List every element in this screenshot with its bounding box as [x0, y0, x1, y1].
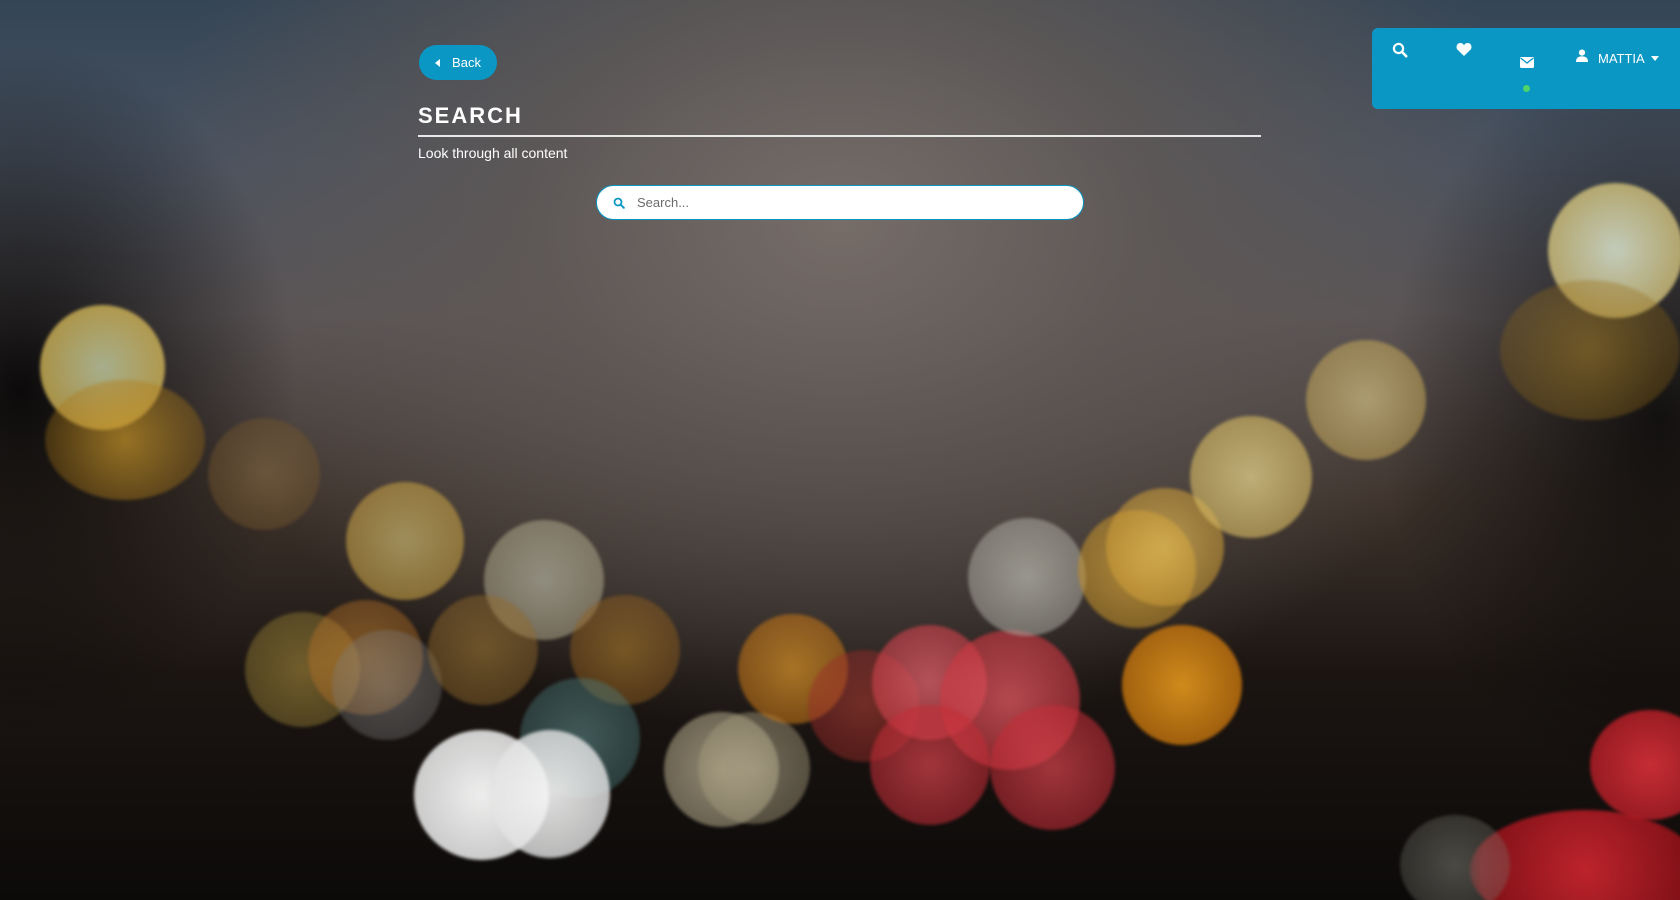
envelope-icon	[1520, 55, 1534, 73]
bokeh-light	[332, 630, 442, 740]
bokeh-light	[1306, 340, 1426, 460]
caret-left-icon	[435, 58, 441, 67]
notification-dot	[1523, 85, 1530, 92]
back-button[interactable]: Back	[419, 45, 497, 80]
background-vignette-right	[1380, 40, 1680, 800]
bokeh-light	[990, 705, 1115, 830]
heart-icon	[1456, 42, 1472, 62]
bokeh-light	[698, 712, 810, 824]
bokeh-light	[490, 730, 610, 858]
bokeh-light	[870, 705, 990, 825]
chevron-down-icon	[1650, 55, 1659, 61]
search-input[interactable]	[635, 194, 1059, 211]
top-navigation-bar: MATTIA	[1372, 28, 1680, 109]
bokeh-light	[45, 380, 205, 500]
title-divider	[418, 135, 1261, 137]
user-name-label: MATTIA	[1598, 50, 1645, 66]
bokeh-light	[346, 482, 464, 600]
bokeh-light	[428, 595, 538, 705]
nav-favorites-button[interactable]	[1454, 42, 1474, 62]
search-icon	[611, 195, 627, 211]
bokeh-light	[1190, 416, 1312, 538]
search-field[interactable]	[596, 185, 1084, 220]
bokeh-light	[1400, 815, 1510, 900]
bokeh-light	[1500, 280, 1680, 420]
nav-messages-button[interactable]	[1517, 56, 1537, 72]
back-button-label: Back	[452, 55, 481, 70]
nav-search-button[interactable]	[1390, 42, 1410, 62]
page-subtitle: Look through all content	[418, 145, 568, 161]
bokeh-light	[968, 518, 1086, 636]
bokeh-light	[1122, 625, 1242, 745]
bokeh-light	[208, 418, 320, 530]
user-menu-button[interactable]: MATTIA	[1576, 48, 1659, 68]
user-icon	[1576, 49, 1588, 67]
search-icon	[1392, 42, 1408, 63]
page-title: SEARCH	[418, 103, 523, 128]
